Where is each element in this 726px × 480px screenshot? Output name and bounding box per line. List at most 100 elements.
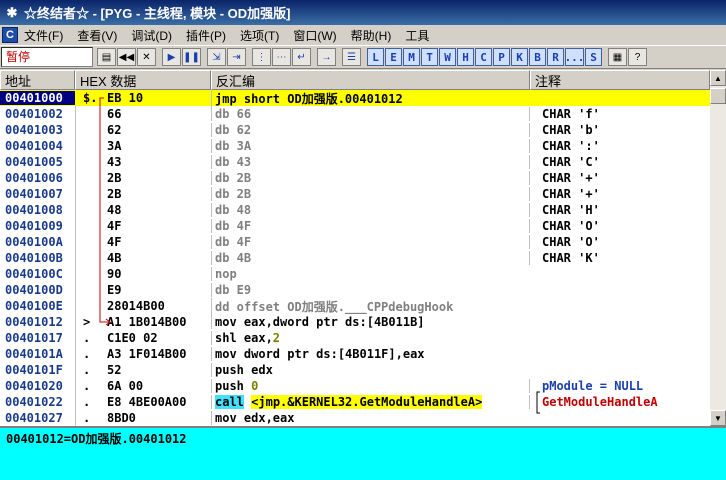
- row-comment: CHAR 'f': [529, 107, 710, 121]
- scroll-thumb[interactable]: [710, 88, 726, 104]
- disassembly-listing[interactable]: 00401000 $. EB 10 jmp short OD加强版.004010…: [0, 90, 710, 426]
- row-comment: CHAR 'K': [529, 251, 710, 265]
- menu-view[interactable]: 查看(V): [77, 27, 117, 44]
- row-disasm: mov edx,eax: [211, 411, 529, 425]
- step-into-icon[interactable]: ⇲: [207, 48, 226, 66]
- code-row[interactable]: 0040100B 4B db 4B CHAR 'K': [0, 250, 710, 266]
- row-disasm: db 48: [211, 203, 529, 217]
- menu-bar: C 文件(F) 查看(V) 调试(D) 插件(P) 选项(T) 窗口(W) 帮助…: [0, 25, 726, 45]
- source-window-button[interactable]: S: [585, 48, 602, 66]
- row-hex: 3A: [107, 139, 122, 153]
- row-hex: 28014B00: [107, 299, 165, 313]
- menu-debug[interactable]: 调试(D): [131, 27, 172, 44]
- references-window-button[interactable]: R: [547, 48, 564, 66]
- header-address[interactable]: 地址: [0, 70, 75, 90]
- row-disasm: db E9: [211, 283, 529, 297]
- help-icon[interactable]: ?: [628, 48, 647, 66]
- cpu-window-icon[interactable]: C: [2, 27, 18, 43]
- row-address: 00401002: [5, 107, 63, 121]
- row-comment: CHAR '+': [529, 171, 710, 185]
- code-row[interactable]: 00401000 $. EB 10 jmp short OD加强版.004010…: [0, 90, 710, 107]
- row-hex: C1E0 02: [107, 331, 158, 345]
- menu-tools[interactable]: 工具: [405, 27, 429, 44]
- code-row[interactable]: 00401008 48 db 48 CHAR 'H': [0, 202, 710, 218]
- code-row[interactable]: 00401006 2B db 2B CHAR '+': [0, 170, 710, 186]
- menu-file[interactable]: 文件(F): [24, 27, 63, 44]
- vertical-scrollbar[interactable]: ▲ ▼: [710, 70, 726, 426]
- settings-icon[interactable]: ▦: [608, 48, 627, 66]
- row-disasm: push edx: [211, 363, 529, 377]
- code-row[interactable]: 0040100A 4F db 4F CHAR 'O': [0, 234, 710, 250]
- row-marker: $.: [83, 91, 98, 105]
- row-address: 00401027: [5, 411, 63, 425]
- close-icon[interactable]: ✕: [137, 48, 156, 66]
- goto-icon[interactable]: →: [317, 48, 336, 66]
- row-hex: 6A 00: [107, 379, 144, 393]
- code-row[interactable]: 00401012 > A1 1B014B00 mov eax,dword ptr…: [0, 314, 710, 330]
- code-row[interactable]: 00401022 . E8 4BE00A00 call <jmp.&KERNEL…: [0, 394, 710, 410]
- memory-window-button[interactable]: M: [403, 48, 420, 66]
- list-icon[interactable]: ☰: [342, 48, 361, 66]
- code-row[interactable]: 0040101A . A3 1F014B00 mov dword ptr ds:…: [0, 346, 710, 362]
- row-hex: 4B: [107, 251, 122, 265]
- run-trace-button[interactable]: ...: [565, 48, 584, 66]
- code-row[interactable]: 00401017 . C1E0 02 shl eax,2: [0, 330, 710, 346]
- code-row[interactable]: 00401020 . 6A 00 push 0 pModule = NULL: [0, 378, 710, 394]
- code-row[interactable]: 00401003 62 db 62 CHAR 'b': [0, 122, 710, 138]
- rewind-icon[interactable]: ◀◀: [117, 48, 136, 66]
- windows-window-button[interactable]: W: [439, 48, 456, 66]
- header-disasm[interactable]: 反汇编: [211, 70, 530, 90]
- menu-options[interactable]: 选项(T): [240, 27, 279, 44]
- disasm-call-target: <jmp.&KERNEL32.GetModuleHandleA>: [251, 395, 483, 409]
- pause-icon[interactable]: ❚❚: [182, 48, 201, 66]
- row-disasm: mov dword ptr ds:[4B011F],eax: [211, 347, 529, 361]
- row-hex: 66: [107, 107, 122, 121]
- menu-help[interactable]: 帮助(H): [351, 27, 392, 44]
- modules-window-button[interactable]: E: [385, 48, 402, 66]
- execute-till-return-icon[interactable]: ↵: [292, 48, 311, 66]
- disasm-text: shl eax,: [215, 331, 273, 345]
- scroll-up-icon[interactable]: ▲: [710, 70, 726, 86]
- step-over-icon[interactable]: ⇥: [227, 48, 246, 66]
- play-icon[interactable]: ▶: [162, 48, 181, 66]
- window-title: ☆终结者☆ - [PYG - 主线程, 模块 - OD加强版]: [24, 6, 291, 21]
- row-comment: CHAR '+': [529, 187, 710, 201]
- menu-plugins[interactable]: 插件(P): [186, 27, 226, 44]
- code-row[interactable]: 00401005 43 db 43 CHAR 'C': [0, 154, 710, 170]
- threads-window-button[interactable]: T: [421, 48, 438, 66]
- row-comment: CHAR 'O': [529, 219, 710, 233]
- cpu-window-button[interactable]: C: [475, 48, 492, 66]
- row-address: 00401022: [5, 395, 63, 409]
- row-address: 00401004: [5, 139, 63, 153]
- code-row[interactable]: 00401009 4F db 4F CHAR 'O': [0, 218, 710, 234]
- row-hex: 48: [107, 203, 122, 217]
- patches-window-button[interactable]: P: [493, 48, 510, 66]
- row-hex: 2B: [107, 187, 122, 201]
- log-window-button[interactable]: L: [367, 48, 384, 66]
- code-row[interactable]: 00401002 66 db 66 CHAR 'f': [0, 106, 710, 122]
- code-row[interactable]: 0040101F . 52 push edx: [0, 362, 710, 378]
- row-address: 00401007: [5, 187, 63, 201]
- menu-window[interactable]: 窗口(W): [293, 27, 336, 44]
- header-hex[interactable]: HEX 数据: [75, 70, 211, 90]
- breakpoints-window-button[interactable]: B: [529, 48, 546, 66]
- code-row[interactable]: 0040100D E9 db E9: [0, 282, 710, 298]
- code-row[interactable]: 00401007 2B db 2B CHAR '+': [0, 186, 710, 202]
- header-comment[interactable]: 注释: [530, 70, 710, 90]
- row-address: 00401005: [5, 155, 63, 169]
- open-icon[interactable]: ▤: [97, 48, 116, 66]
- code-row[interactable]: 0040100E 28014B00 dd offset OD加强版.___CPP…: [0, 297, 710, 315]
- call-stack-button[interactable]: K: [511, 48, 528, 66]
- column-headers: 地址 HEX 数据 反汇编 注释: [0, 70, 726, 90]
- row-address: 00401020: [5, 379, 63, 393]
- code-row[interactable]: 00401027 . 8BD0 mov edx,eax: [0, 410, 710, 426]
- code-row[interactable]: 0040100C 90 nop: [0, 266, 710, 282]
- handles-window-button[interactable]: H: [457, 48, 474, 66]
- row-address: 00401017: [5, 331, 63, 345]
- code-row[interactable]: 00401004 3A db 3A CHAR ':': [0, 138, 710, 154]
- trace-into-icon[interactable]: ⋮: [252, 48, 271, 66]
- trace-over-icon[interactable]: ⋯: [272, 48, 291, 66]
- scroll-down-icon[interactable]: ▼: [710, 410, 726, 426]
- row-disasm: mov eax,dword ptr ds:[4B011B]: [211, 315, 529, 329]
- row-marker: .: [83, 395, 91, 409]
